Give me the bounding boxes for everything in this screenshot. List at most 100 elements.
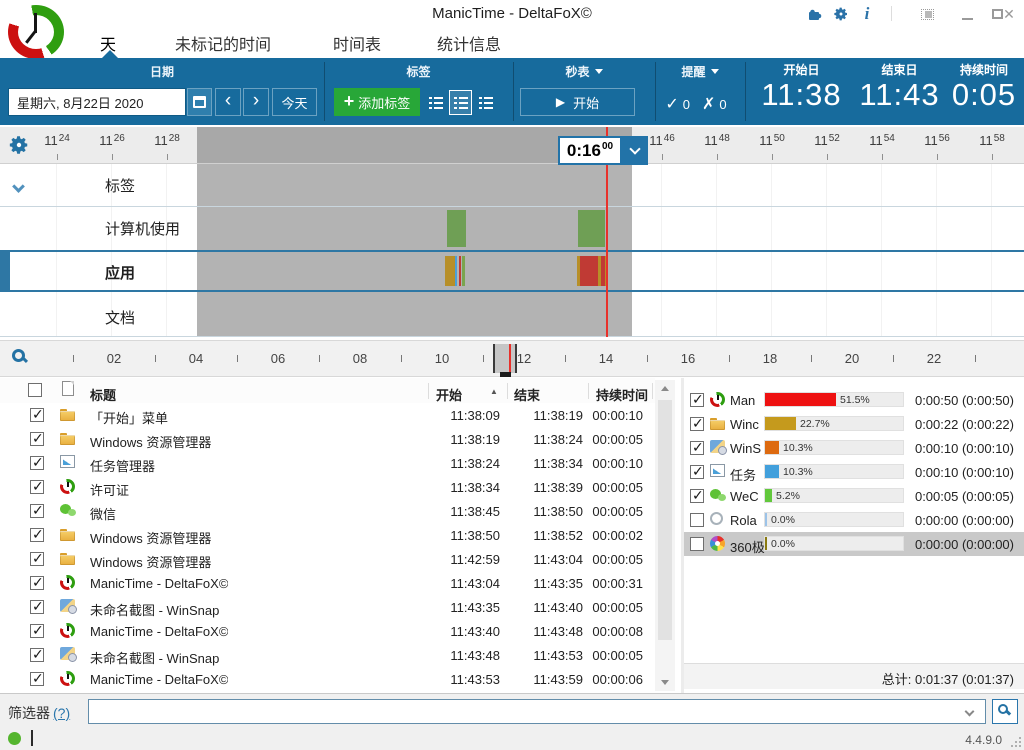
- plugin-icon[interactable]: [805, 5, 823, 23]
- summary-row[interactable]: WeC5.2%0:00:05 (0:00:05): [684, 484, 1024, 508]
- row-checkbox[interactable]: [30, 432, 44, 446]
- timeline-row-tags[interactable]: 标签: [105, 175, 135, 196]
- scrollbar-thumb[interactable]: [658, 400, 672, 640]
- prev-day-button[interactable]: ‹: [215, 88, 241, 116]
- summary-percent-fill: [765, 441, 779, 454]
- table-row[interactable]: ManicTime - DeltaFoX©11:43:4011:43:4800:…: [0, 619, 655, 643]
- check-icon: ✓: [665, 94, 678, 114]
- next-day-button[interactable]: ›: [243, 88, 269, 116]
- row-checkbox[interactable]: [30, 624, 44, 638]
- summary-row[interactable]: Winc22.7%0:00:22 (0:00:22): [684, 412, 1024, 436]
- add-tag-button[interactable]: + 添加标签: [334, 88, 420, 116]
- row-checkbox[interactable]: [30, 672, 44, 686]
- summary-checkbox[interactable]: [690, 537, 704, 551]
- filter-help-link[interactable]: (?): [53, 705, 70, 721]
- summary-checkbox[interactable]: [690, 489, 704, 503]
- filter-input[interactable]: [88, 699, 986, 724]
- screenshot-icon[interactable]: [918, 5, 936, 23]
- table-row[interactable]: 许可证11:38:3411:38:3900:00:05: [0, 475, 655, 499]
- table-scrollbar[interactable]: [655, 380, 675, 691]
- row-checkbox[interactable]: [30, 552, 44, 566]
- table-row[interactable]: 微信11:38:4511:38:5000:00:05: [0, 499, 655, 523]
- timeline-settings-gear-icon[interactable]: [8, 134, 30, 156]
- minimize-button[interactable]: [958, 5, 976, 23]
- row-checkbox[interactable]: [30, 528, 44, 542]
- table-row[interactable]: 未命名截图 - WinSnap11:43:4811:43:5300:00:05: [0, 643, 655, 667]
- zoom-magnifier-icon[interactable]: [12, 349, 25, 362]
- calendar-button[interactable]: [187, 88, 212, 116]
- summary-app-name: Rola: [730, 513, 765, 528]
- summary-checkbox[interactable]: [690, 465, 704, 479]
- summary-app-name: 任务: [730, 465, 765, 484]
- tab-timesheet[interactable]: 时间表: [333, 31, 381, 55]
- row-checkbox[interactable]: [30, 408, 44, 422]
- row-checkbox[interactable]: [30, 648, 44, 662]
- dropdown-icon: [711, 69, 719, 74]
- row-start-time: 11:43:48: [420, 648, 500, 663]
- table-row[interactable]: 任务管理器11:38:2411:38:3400:00:10: [0, 451, 655, 475]
- view-list-button[interactable]: [424, 90, 447, 115]
- summary-checkbox[interactable]: [690, 417, 704, 431]
- tab-untagged-time[interactable]: 未标记的时间: [175, 31, 271, 55]
- row-checkbox[interactable]: [30, 504, 44, 518]
- list-icon: [429, 97, 443, 109]
- summary-checkbox[interactable]: [690, 441, 704, 455]
- selection-dropdown-button[interactable]: [622, 136, 648, 165]
- summary-row[interactable]: 任务10.3%0:00:10 (0:00:10): [684, 460, 1024, 484]
- date-input[interactable]: [8, 88, 186, 116]
- filter-search-button[interactable]: [992, 699, 1018, 724]
- row-duration: 00:00:05: [563, 552, 643, 567]
- row-separator: [0, 206, 1024, 207]
- close-button[interactable]: ✕: [1000, 5, 1018, 23]
- row-start-time: 11:43:04: [420, 576, 500, 591]
- taskmgr-icon: [60, 455, 75, 468]
- view-detailed-list-button[interactable]: [449, 90, 472, 115]
- view-compact-list-button[interactable]: [474, 90, 497, 115]
- row-title: 微信: [90, 504, 116, 523]
- overview-drag-handle[interactable]: [500, 372, 511, 377]
- timeline-row-documents[interactable]: 文档: [105, 307, 135, 328]
- tab-bar: 天 未标记的时间 时间表 统计信息: [0, 27, 1024, 58]
- summary-checkbox[interactable]: [690, 513, 704, 527]
- row-checkbox[interactable]: [30, 480, 44, 494]
- overview-viewport-box[interactable]: [493, 344, 517, 373]
- table-row[interactable]: ManicTime - DeltaFoX©11:43:0411:43:3500:…: [0, 571, 655, 595]
- summary-checkbox[interactable]: [690, 393, 704, 407]
- summary-time: 0:00:10 (0:00:10): [854, 465, 1014, 480]
- row-checkbox[interactable]: [30, 600, 44, 614]
- timeline-row-computer-usage[interactable]: 计算机使用: [105, 218, 180, 239]
- scroll-up-icon[interactable]: [661, 386, 669, 391]
- summary-percent-label: 5.2%: [776, 490, 800, 502]
- row-start-time: 11:38:34: [420, 480, 500, 495]
- summary-percent-fill: [765, 417, 796, 430]
- summary-row[interactable]: Rola0.0%0:00:00 (0:00:00): [684, 508, 1024, 532]
- resize-grip[interactable]: [1011, 737, 1021, 747]
- tab-statistics[interactable]: 统计信息: [437, 31, 501, 55]
- summary-row[interactable]: WinS10.3%0:00:10 (0:00:10): [684, 436, 1024, 460]
- stopwatch-start-button[interactable]: ▶ 开始: [520, 88, 635, 116]
- table-row[interactable]: Windows 资源管理器11:38:1911:38:2400:00:05: [0, 427, 655, 451]
- today-button[interactable]: 今天: [272, 88, 317, 116]
- info-icon[interactable]: i: [858, 5, 876, 23]
- table-row[interactable]: Windows 资源管理器11:38:5011:38:5200:00:02: [0, 523, 655, 547]
- version-label: 4.4.9.0: [965, 733, 1002, 747]
- timeline-ruler-label: 1152: [814, 133, 840, 148]
- ruler-tick: [772, 154, 773, 160]
- table-row[interactable]: 未命名截图 - WinSnap11:43:3511:43:4000:00:05: [0, 595, 655, 619]
- scroll-down-icon[interactable]: [661, 680, 669, 685]
- overview-tick: [73, 355, 74, 362]
- ruler-minute-text: 54: [884, 133, 895, 144]
- table-row[interactable]: 「开始」菜单11:38:0911:38:1900:00:10: [0, 403, 655, 427]
- settings-gear-icon[interactable]: [832, 5, 850, 23]
- timeline-row-applications[interactable]: 应用: [105, 262, 135, 283]
- stopwatch-section-label[interactable]: 秒表: [513, 63, 655, 80]
- table-row[interactable]: ManicTime - DeltaFoX©11:43:5311:43:5900:…: [0, 667, 655, 691]
- ruler-minute-text: 46: [664, 133, 675, 144]
- reminders-section-label[interactable]: 提醒: [655, 63, 745, 80]
- summary-row[interactable]: 360极0.0%0:00:00 (0:00:00): [684, 532, 1024, 556]
- summary-row[interactable]: Man51.5%0:00:50 (0:00:50): [684, 388, 1024, 412]
- table-row[interactable]: Windows 资源管理器11:42:5911:43:0400:00:05: [0, 547, 655, 571]
- reminder-counters[interactable]: ✓ 0 ✗ 0: [655, 94, 745, 114]
- row-checkbox[interactable]: [30, 456, 44, 470]
- row-checkbox[interactable]: [30, 576, 44, 590]
